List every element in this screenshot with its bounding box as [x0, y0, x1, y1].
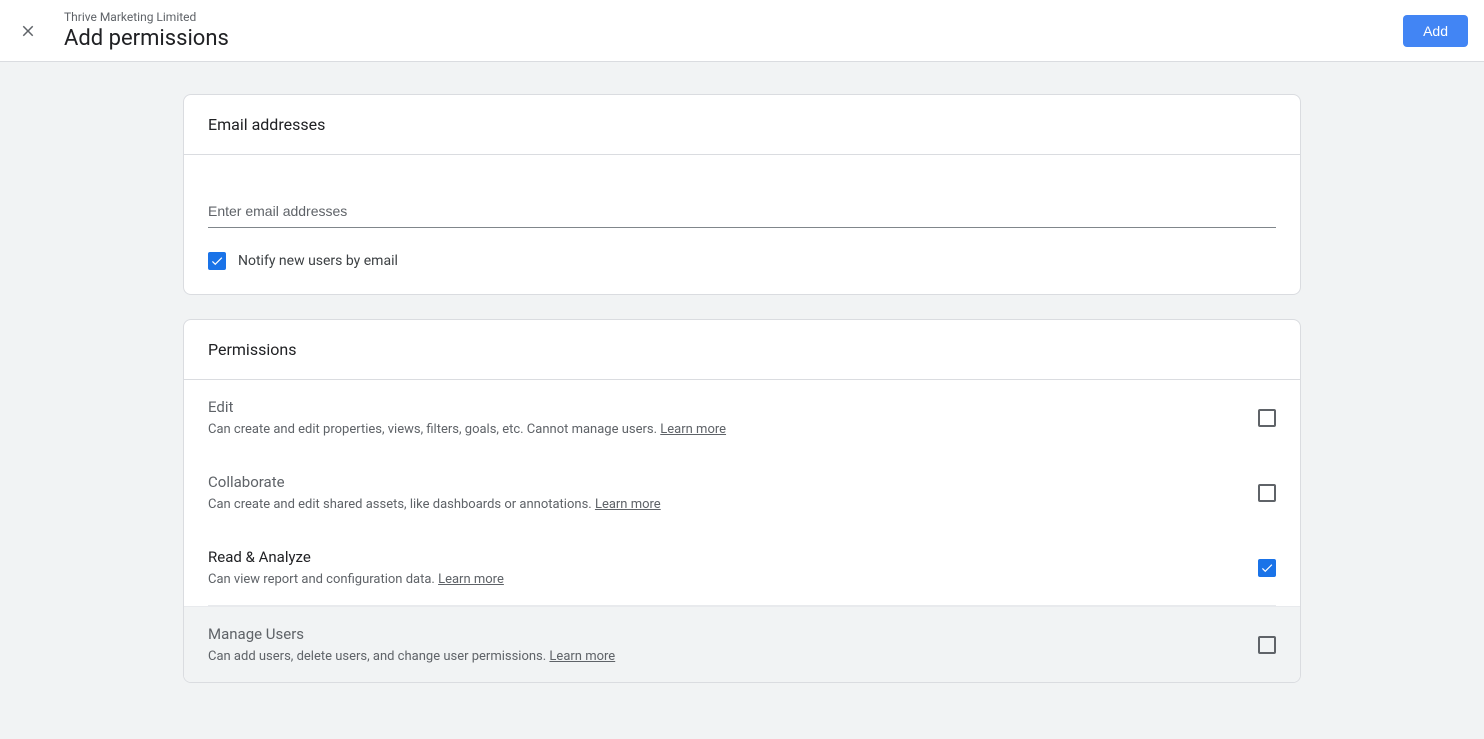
permission-info: Edit Can create and edit properties, vie… — [208, 398, 1258, 437]
email-card: Email addresses Notify new users by emai… — [183, 94, 1301, 295]
close-button[interactable] — [16, 19, 40, 43]
learn-more-link[interactable]: Learn more — [438, 572, 504, 587]
permissions-section-title: Permissions — [184, 320, 1300, 380]
permission-checkbox-read-analyze[interactable] — [1258, 559, 1276, 577]
permission-title: Collaborate — [208, 473, 1258, 491]
header-text: Thrive Marketing Limited Add permissions — [64, 10, 1403, 51]
email-input[interactable] — [208, 195, 1276, 228]
permission-row-manage-users: Manage Users Can add users, delete users… — [184, 606, 1300, 682]
permission-desc: Can add users, delete users, and change … — [208, 649, 1258, 664]
permission-row-read-analyze: Read & Analyze Can view report and confi… — [184, 530, 1300, 605]
permissions-card: Permissions Edit Can create and edit pro… — [183, 319, 1301, 683]
notify-row: Notify new users by email — [208, 252, 1276, 270]
permissions-list: Edit Can create and edit properties, vie… — [184, 380, 1300, 682]
email-section-title: Email addresses — [184, 95, 1300, 155]
permission-title: Read & Analyze — [208, 548, 1258, 566]
learn-more-link[interactable]: Learn more — [549, 649, 615, 664]
permission-checkbox-edit[interactable] — [1258, 409, 1276, 427]
permission-desc: Can create and edit properties, views, f… — [208, 422, 1258, 437]
check-icon — [1260, 561, 1274, 575]
add-button[interactable]: Add — [1403, 15, 1468, 47]
permission-checkbox-collaborate[interactable] — [1258, 484, 1276, 502]
org-name: Thrive Marketing Limited — [64, 10, 1403, 24]
permission-desc: Can view report and configuration data. … — [208, 572, 1258, 587]
permission-desc: Can create and edit shared assets, like … — [208, 497, 1258, 512]
permission-info: Read & Analyze Can view report and confi… — [208, 548, 1258, 587]
permission-info: Collaborate Can create and edit shared a… — [208, 473, 1258, 512]
content-area: Email addresses Notify new users by emai… — [167, 62, 1317, 739]
permission-row-edit: Edit Can create and edit properties, vie… — [184, 380, 1300, 455]
check-icon — [210, 254, 224, 268]
notify-checkbox[interactable] — [208, 252, 226, 270]
dialog-header: Thrive Marketing Limited Add permissions… — [0, 0, 1484, 62]
permission-info: Manage Users Can add users, delete users… — [208, 625, 1258, 664]
page-title: Add permissions — [64, 26, 1403, 51]
close-icon — [19, 22, 37, 40]
permission-title: Manage Users — [208, 625, 1258, 643]
notify-label: Notify new users by email — [238, 253, 398, 269]
learn-more-link[interactable]: Learn more — [660, 422, 726, 437]
learn-more-link[interactable]: Learn more — [595, 497, 661, 512]
permission-row-collaborate: Collaborate Can create and edit shared a… — [184, 455, 1300, 530]
email-card-body: Notify new users by email — [184, 155, 1300, 294]
permission-checkbox-manage-users[interactable] — [1258, 636, 1276, 654]
permission-title: Edit — [208, 398, 1258, 416]
